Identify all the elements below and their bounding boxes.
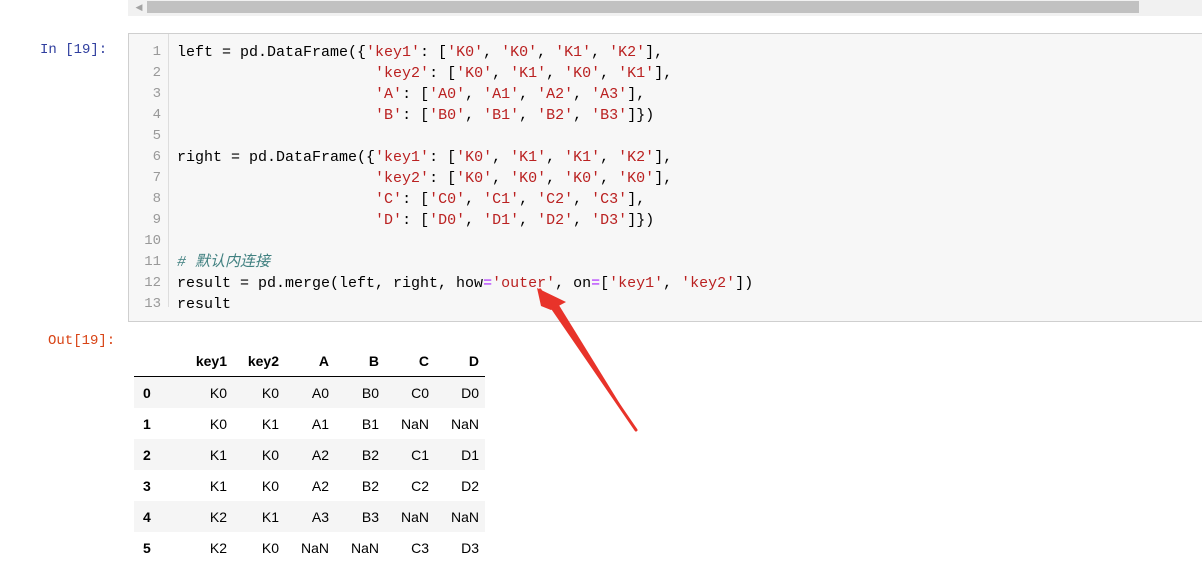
annotation-arrow-icon [537, 288, 638, 432]
